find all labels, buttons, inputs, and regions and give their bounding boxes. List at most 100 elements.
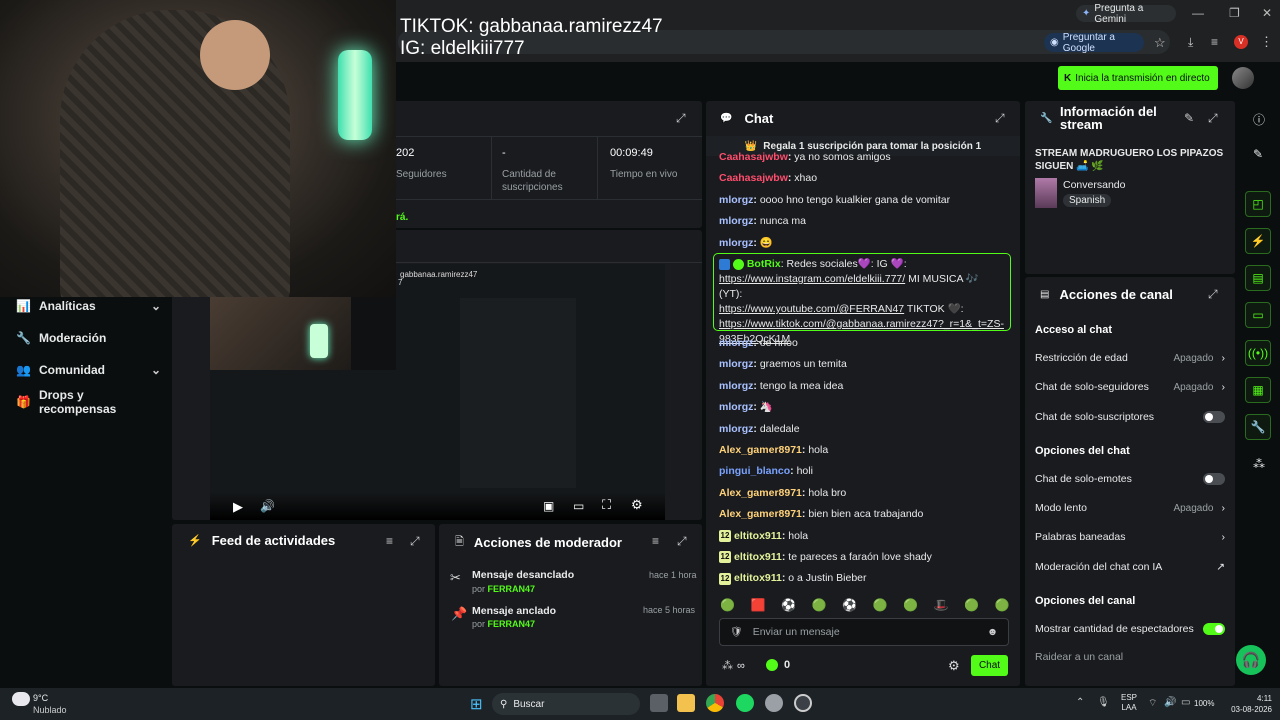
nav-item-analytics[interactable]: 📊 Analíticas ⌄ bbox=[16, 295, 161, 317]
minimize-window-icon[interactable]: — bbox=[1192, 6, 1204, 20]
dashboard-icon[interactable]: ▦ bbox=[1245, 377, 1271, 403]
emote-button[interactable]: 🎩 bbox=[934, 598, 949, 612]
emote-button[interactable]: ⚽ bbox=[842, 598, 857, 612]
wrench-icon[interactable]: 🔧 bbox=[1245, 414, 1271, 440]
obs-icon[interactable] bbox=[794, 694, 812, 712]
chat-username[interactable]: mlorgz bbox=[719, 194, 753, 206]
subs-only-toggle[interactable] bbox=[1203, 411, 1225, 423]
chevron-up-icon[interactable]: ⌃ bbox=[1076, 697, 1084, 708]
emote-button[interactable]: ⚽ bbox=[781, 598, 796, 612]
windows-start-icon[interactable]: ⊞ bbox=[470, 695, 483, 713]
chat-username[interactable]: eltitox911 bbox=[734, 551, 782, 563]
chat-message-input[interactable]: 🛡 Enviar un mensaje ☻ bbox=[719, 618, 1009, 646]
chat-bubble-icon[interactable]: ▭ bbox=[1245, 302, 1271, 328]
nav-item-drops[interactable]: 🎁 Drops y recompensas bbox=[16, 388, 161, 416]
slow-mode-row[interactable]: Modo lento Apagado › bbox=[1035, 500, 1225, 516]
expand-icon[interactable]: ⤢ bbox=[1208, 287, 1218, 302]
instagram-link[interactable]: https://www.instagram.com/eldelkiii.777/ bbox=[719, 273, 905, 285]
raid-channel-button[interactable]: Raidear a un canal bbox=[1035, 651, 1225, 667]
category-thumbnail[interactable] bbox=[1035, 178, 1057, 208]
chat-username[interactable]: mlorgz bbox=[719, 358, 753, 370]
chat-username[interactable]: eltitox911 bbox=[734, 530, 782, 542]
keyboard-language[interactable]: ESP LAA bbox=[1121, 693, 1137, 713]
task-view-icon[interactable] bbox=[650, 694, 668, 712]
file-explorer-icon[interactable] bbox=[677, 694, 695, 712]
chat-username[interactable]: mlorgz bbox=[719, 423, 753, 435]
filter-icon[interactable]: ≡ bbox=[386, 534, 393, 548]
chat-username[interactable]: Caahasajwbw bbox=[719, 172, 788, 184]
close-window-icon[interactable]: ✕ bbox=[1262, 6, 1272, 20]
filter-icon[interactable]: ≡ bbox=[652, 534, 659, 548]
kicks-balance[interactable]: 0 bbox=[766, 659, 790, 671]
youtube-link[interactable]: https://www.youtube.com/@FERRAN47 bbox=[719, 303, 904, 315]
emotes-only-toggle[interactable] bbox=[1203, 473, 1225, 485]
chat-username[interactable]: pingui_blanco bbox=[719, 465, 790, 477]
chat-username[interactable]: BotRix bbox=[747, 258, 781, 270]
chat-username[interactable]: Alex_gamer8971 bbox=[719, 444, 802, 456]
chrome-icon[interactable] bbox=[706, 694, 724, 712]
clip-icon[interactable]: ◰ bbox=[1245, 191, 1271, 217]
emote-button[interactable]: 🟢 bbox=[964, 598, 979, 612]
pip-icon[interactable]: ▣ bbox=[543, 499, 554, 513]
followers-only-row[interactable]: Chat de solo-seguidores Apagado › bbox=[1035, 379, 1225, 395]
weather-temp[interactable]: 9°C bbox=[33, 693, 48, 703]
chat-username[interactable]: Alex_gamer8971 bbox=[719, 508, 802, 520]
expand-icon[interactable]: ⤢ bbox=[410, 534, 420, 549]
settings-app-icon[interactable] bbox=[765, 694, 783, 712]
help-headset-icon[interactable]: 🎧 bbox=[1236, 645, 1266, 675]
theater-icon[interactable]: ▭ bbox=[573, 499, 584, 513]
wifi-icon[interactable]: ⌔ bbox=[1148, 697, 1157, 710]
expand-icon[interactable]: ⤢ bbox=[677, 534, 687, 549]
microphone-icon[interactable]: 🎙 bbox=[1097, 697, 1110, 708]
user-avatar[interactable] bbox=[1232, 67, 1254, 89]
volume-icon[interactable]: 🔊 bbox=[1164, 697, 1176, 708]
document-icon[interactable]: ▤ bbox=[1245, 265, 1271, 291]
nav-item-community[interactable]: 👥 Comunidad ⌄ bbox=[16, 359, 161, 381]
emoji-picker-icon[interactable]: ☻ bbox=[987, 626, 998, 638]
bookmark-star-icon[interactable]: ☆ bbox=[1154, 35, 1166, 51]
emote-button[interactable]: 🟢 bbox=[995, 598, 1010, 612]
ask-google-button[interactable]: ◉ Preguntar a Google bbox=[1044, 32, 1144, 54]
expand-icon[interactable]: ⤢ bbox=[995, 111, 1005, 126]
emote-button[interactable]: 🟢 bbox=[812, 598, 827, 612]
banned-words-row[interactable]: Palabras baneadas › bbox=[1035, 529, 1225, 545]
fullscreen-icon[interactable]: ⛶ bbox=[602, 497, 611, 513]
chat-username[interactable]: mlorgz bbox=[719, 337, 753, 349]
edit-pencil-icon[interactable]: ✎ bbox=[1253, 147, 1263, 161]
volume-icon[interactable]: 🔊 bbox=[260, 499, 275, 513]
chat-username[interactable]: mlorgz bbox=[719, 401, 753, 413]
emote-button[interactable]: 🟢 bbox=[873, 598, 888, 612]
expand-icon[interactable]: ⤢ bbox=[676, 111, 686, 126]
tiktok-link[interactable]: https://www.tiktok.com/@gabbanaa.ramirez… bbox=[719, 317, 1005, 332]
chat-username[interactable]: mlorgz bbox=[719, 215, 753, 227]
lightning-icon[interactable]: ⚡ bbox=[1245, 228, 1271, 254]
chat-username[interactable]: Alex_gamer8971 bbox=[719, 487, 802, 499]
show-viewers-toggle[interactable] bbox=[1203, 623, 1225, 635]
restore-window-icon[interactable]: ❐ bbox=[1229, 6, 1240, 20]
send-chat-button[interactable]: Chat bbox=[971, 655, 1008, 676]
spotify-icon[interactable] bbox=[736, 694, 754, 712]
go-live-button[interactable]: K Inicia la transmisión en directo bbox=[1058, 66, 1218, 90]
info-icon[interactable]: ⓘ bbox=[1253, 111, 1265, 128]
edit-pencil-icon[interactable]: ✎ bbox=[1184, 111, 1194, 125]
chat-username[interactable]: mlorgz bbox=[719, 237, 753, 249]
category-name[interactable]: Conversando bbox=[1063, 179, 1125, 191]
emote-button[interactable]: 🟥 bbox=[751, 598, 766, 612]
profile-avatar[interactable]: V bbox=[1234, 35, 1248, 49]
stream-video[interactable] bbox=[210, 264, 665, 520]
ai-moderation-row[interactable]: Moderación del chat con IA ↗ bbox=[1035, 559, 1225, 575]
clock[interactable]: 4:11 03-08-2026 bbox=[1222, 693, 1272, 715]
age-restriction-row[interactable]: Restricción de edad Apagado › bbox=[1035, 350, 1225, 366]
nav-item-moderation[interactable]: 🔧 Moderación bbox=[16, 327, 161, 349]
emote-button[interactable]: 🟢 bbox=[903, 598, 918, 612]
chat-settings-gear-icon[interactable]: ⚙ bbox=[948, 658, 960, 674]
broadcast-icon[interactable]: ((•)) bbox=[1245, 340, 1271, 366]
points-icon[interactable]: ⁂ bbox=[1253, 457, 1265, 471]
chat-username[interactable]: eltitox911 bbox=[734, 572, 782, 584]
taskbar-search[interactable]: ⚲ Buscar bbox=[492, 693, 640, 715]
expand-icon[interactable]: ⤢ bbox=[1208, 111, 1218, 126]
download-icon[interactable]: ⤓ bbox=[1188, 35, 1193, 50]
channel-points[interactable]: ⁂ ∞ bbox=[722, 659, 745, 673]
browser-menu-icon[interactable]: ⋮ bbox=[1260, 34, 1273, 50]
play-icon[interactable]: ▶ bbox=[233, 499, 243, 515]
